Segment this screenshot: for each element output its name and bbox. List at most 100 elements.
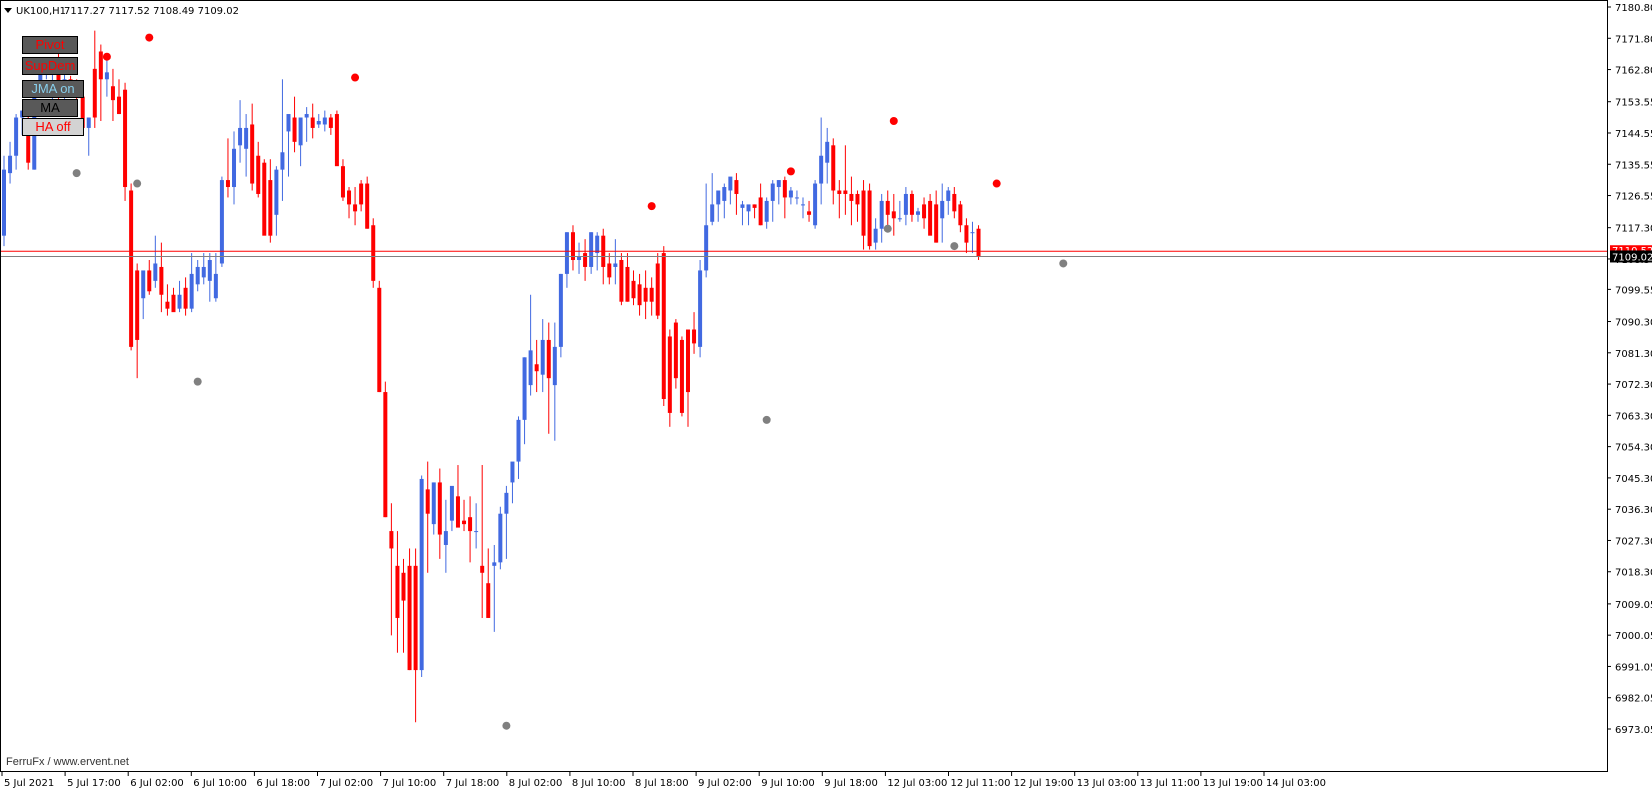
candle-body: [347, 190, 352, 205]
ha-toggle-button[interactable]: HA off: [22, 118, 84, 136]
candle-body: [201, 266, 206, 278]
candle-body: [607, 263, 612, 278]
x-tick-label: 14 Jul 03:00: [1266, 778, 1326, 789]
candle-body: [558, 273, 563, 347]
candle-body: [849, 193, 854, 201]
y-tick-label: 7072.30: [1615, 380, 1652, 391]
candle-body: [250, 124, 255, 184]
candle-body: [873, 228, 878, 243]
pivot-low-marker: [762, 415, 771, 424]
candle-body: [625, 266, 630, 302]
dropdown-triangle-icon[interactable]: [4, 8, 12, 13]
pivot-button[interactable]: Pivot: [22, 36, 78, 54]
x-tick-label: 6 Jul 10:00: [193, 778, 247, 789]
x-tick-label: 13 Jul 03:00: [1077, 778, 1137, 789]
candles-layer: [2, 30, 981, 723]
candle-body: [897, 218, 902, 220]
candle-body: [800, 204, 805, 206]
candle-body: [825, 141, 830, 163]
candle-body: [564, 232, 569, 274]
candle-body: [637, 284, 642, 306]
candle-body: [934, 204, 939, 243]
pivot-high-marker: [647, 202, 656, 211]
candle-body: [413, 565, 418, 671]
chart-header: UK100,H1 7117.27 7117.52 7108.49 7109.02: [4, 6, 239, 17]
candle-body: [861, 190, 866, 236]
candle-body: [782, 180, 787, 198]
candle-body: [110, 86, 115, 101]
candle-body: [86, 117, 91, 128]
candle-body: [2, 169, 6, 236]
candle-body: [359, 183, 364, 205]
candle-body: [268, 180, 273, 236]
candle-body: [546, 339, 551, 379]
x-tick-label: 12 Jul 11:00: [951, 778, 1011, 789]
candle-body: [903, 193, 908, 215]
candle-body: [916, 211, 921, 215]
candle-body: [195, 266, 200, 285]
time-axis: 5 Jul 2021 5 Jul 17:00 6 Jul 02:00 6 Jul 10…: [1, 772, 1326, 789]
price-chart[interactable]: 7180.80 7171.80 7162.80 7153.55 7144.55 7135.…: [0, 0, 1652, 791]
pivot-high-marker: [145, 33, 154, 42]
y-tick-label: 6973.05: [1615, 725, 1652, 736]
x-tick-label: 9 Jul 02:00: [698, 778, 752, 789]
candle-body: [244, 127, 249, 149]
candle-body: [104, 72, 109, 80]
candle-body: [970, 232, 975, 234]
x-tick-label: 8 Jul 18:00: [635, 778, 689, 789]
candle-body: [498, 513, 503, 563]
candle-body: [952, 193, 957, 212]
candle-body: [286, 114, 291, 132]
candle-body: [958, 204, 963, 226]
candle-body: [232, 148, 237, 188]
candle-body: [395, 565, 400, 618]
candle-body: [855, 193, 860, 205]
candle-body: [129, 190, 134, 347]
candle-body: [443, 531, 448, 545]
pivot-high-marker: [889, 116, 898, 125]
candle-body: [595, 235, 600, 254]
candle-body: [946, 190, 951, 201]
candle-body: [292, 117, 297, 142]
candle-body: [813, 183, 818, 226]
candle-body: [722, 187, 727, 201]
x-tick-label: 12 Jul 03:00: [887, 778, 947, 789]
candle-body: [837, 190, 842, 194]
candle-body: [437, 482, 442, 535]
candle-body: [940, 200, 945, 219]
candle-body: [794, 197, 799, 199]
candle-body: [728, 176, 733, 191]
y-tick-label: 7126.55: [1615, 192, 1652, 203]
candle-body: [98, 51, 103, 80]
candle-body: [274, 169, 279, 215]
candle-body: [577, 256, 582, 261]
supdem-button[interactable]: SupDem: [22, 57, 78, 75]
candle-body: [516, 419, 521, 462]
candle-body: [692, 329, 697, 344]
candle-body: [976, 228, 981, 257]
candle-body: [92, 68, 97, 118]
y-tick-label: 7144.55: [1615, 129, 1652, 140]
x-tick-label: 12 Jul 19:00: [1014, 778, 1074, 789]
candle-body: [165, 301, 170, 309]
y-tick-label: 7081.30: [1615, 349, 1652, 360]
candle-body: [135, 270, 140, 340]
candle-body: [147, 270, 152, 292]
candle-body: [734, 180, 739, 194]
candle-body: [225, 180, 230, 188]
pivot-low-marker: [1059, 259, 1068, 268]
jma-toggle-button[interactable]: JMA on: [22, 80, 84, 98]
price-axis: 7180.80 7171.80 7162.80 7153.55 7144.55 7135.…: [1607, 3, 1652, 736]
candle-body: [117, 96, 122, 115]
candle-body: [468, 517, 473, 532]
candle-body: [807, 211, 812, 215]
y-tick-label: 7153.55: [1615, 98, 1652, 109]
candle-body: [819, 155, 824, 184]
candle-body: [462, 520, 467, 525]
candle-body: [256, 155, 261, 194]
candle-body: [758, 197, 763, 226]
ma-button[interactable]: MA: [22, 99, 78, 117]
y-tick-label: 7135.55: [1615, 160, 1652, 171]
candle-body: [153, 263, 158, 281]
candle-body: [704, 225, 709, 271]
